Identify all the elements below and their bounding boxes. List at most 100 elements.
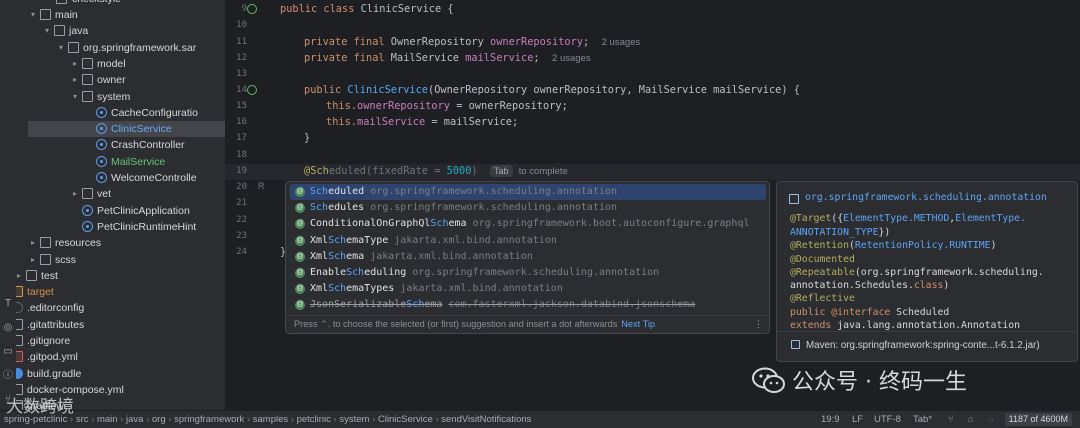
chevron-right-icon[interactable]: ▸ (70, 56, 80, 72)
annotation-icon: @ (295, 268, 305, 278)
line-number: 21 (236, 198, 247, 208)
tree-item[interactable]: ▸ owner (16, 72, 225, 88)
tree-item[interactable]: ▸ test (16, 268, 225, 284)
breadcrumb-item[interactable]: src (76, 414, 89, 425)
tree-item[interactable]: .gitattributes (16, 317, 225, 333)
class-icon (96, 106, 107, 118)
lock-icon[interactable]: ⌂ (968, 411, 974, 428)
completion-item[interactable]: @ ConditionalOnGraphQlSchema org.springfra… (290, 216, 766, 232)
tree-item[interactable]: .editorconfig (16, 300, 225, 316)
class-icon (82, 204, 93, 216)
file-icon (56, 0, 67, 4)
package-icon (68, 41, 79, 53)
tree-item-label: build.gradle (27, 367, 82, 380)
breadcrumb-item[interactable]: petclinic (297, 414, 331, 425)
chevron-down-icon[interactable]: ▾ (70, 89, 80, 105)
tree-item[interactable]: ▾ main (16, 7, 225, 23)
breadcrumb-item[interactable]: org (152, 414, 166, 425)
line-number: 22 (236, 215, 247, 225)
completion-item[interactable]: @ EnableScheduling org.springframework.sch… (290, 265, 766, 281)
completion-item[interactable]: @ Schedules org.springframework.scheduling… (290, 200, 766, 216)
problems-icon[interactable]: ⓘ (2, 370, 14, 382)
tree-item-label: PetClinicApplication (97, 204, 190, 217)
doc-package[interactable]: org.springframework.scheduling.annotatio… (805, 192, 1047, 203)
completion-item[interactable]: @ JsonSerializableSchema com.fasterxml.jac… (290, 297, 766, 313)
chevron-right-icon[interactable]: ▸ (28, 252, 38, 268)
tree-item[interactable]: ▸target (16, 284, 225, 300)
notifications-icon[interactable]: ◌ (988, 411, 994, 428)
code-line-19: @Scheduled(fixedRate = 5000) Tab to comp… (304, 165, 568, 177)
maven-library-link[interactable]: Maven: org.springframework:spring-conte.… (777, 331, 1077, 361)
line-separator[interactable]: LF (852, 411, 863, 428)
tree-item[interactable]: ▸ scss (16, 252, 225, 268)
line-number: 14 (236, 85, 247, 95)
breadcrumb-separator: › (88, 414, 97, 425)
breadcrumb-separator: › (244, 414, 253, 425)
chevron-down-icon[interactable]: ▾ (28, 7, 38, 23)
chevron-right-icon[interactable]: ▸ (28, 235, 38, 251)
completion-name: XmlSchemaType jakarta.xml.bind.annotation (310, 234, 557, 246)
more-options-icon[interactable]: ⋮ (754, 316, 763, 333)
completion-item[interactable]: @ XmlSchemaType jakarta.xml.bind.annotatio… (290, 233, 766, 249)
completion-item[interactable]: @ XmlSchema jakarta.xml.bind.annotation (290, 249, 766, 265)
line-number: 17 (236, 133, 247, 143)
completion-item[interactable]: @ XmlSchemaTypes jakarta.xml.bind.annotati… (290, 281, 766, 297)
tree-item[interactable]: CrashController (16, 137, 225, 153)
breadcrumb-item[interactable]: system (339, 414, 369, 425)
breadcrumb-item[interactable]: sendVisitNotifications (441, 414, 531, 425)
tree-item[interactable]: WelcomeControlle (16, 170, 225, 186)
services-icon[interactable]: ◎ (2, 322, 14, 334)
breadcrumb-item[interactable]: java (126, 414, 143, 425)
memory-indicator[interactable]: 1187 of 4600M (1004, 413, 1072, 426)
tree-row-partial[interactable]: checkstyle (16, 0, 225, 7)
usages-hint[interactable]: 2 usages (602, 37, 641, 48)
breadcrumb-separator: › (369, 414, 378, 425)
terminal-icon[interactable]: ▭ (2, 346, 14, 358)
tree-item[interactable]: ▾ system (16, 89, 225, 105)
bean-gutter-icon[interactable] (247, 85, 257, 95)
chevron-down-icon[interactable]: ▾ (42, 23, 52, 39)
tree-item[interactable]: ClinicService (28, 121, 225, 138)
bean-gutter-icon[interactable] (247, 4, 257, 14)
completion-item[interactable]: @ Scheduled org.springframework.scheduling… (290, 184, 766, 200)
tree-item[interactable]: .gitignore (16, 333, 225, 349)
tree-item-label: resources (55, 237, 102, 250)
tool-window-strip: T ◎ ▭ ⓘ ⑂ (0, 0, 16, 410)
tree-item[interactable]: CacheConfiguratio (16, 105, 225, 121)
chevron-right-icon[interactable]: ▸ (70, 72, 80, 88)
tree-item[interactable]: build.gradle (16, 366, 225, 382)
chevron-right-icon[interactable]: ▸ (16, 268, 24, 284)
tree-item[interactable]: .gitpod.yml (16, 349, 225, 365)
line-number: 23 (236, 231, 247, 241)
corner-watermark-text: 大数跨境 (6, 397, 74, 417)
tree-item[interactable]: ▸ model (16, 56, 225, 72)
breadcrumb-item[interactable]: samples (253, 414, 288, 425)
tree-item[interactable]: ▸ vet (16, 186, 225, 202)
next-tip-link[interactable]: Next Tip (621, 319, 655, 329)
tree-item[interactable]: ▾ java (16, 23, 225, 39)
doc-line: ANNOTATION_TYPE}) (790, 227, 891, 238)
file-icon (16, 335, 23, 346)
tree-item[interactable]: ▸ resources (16, 235, 225, 251)
tree-item[interactable]: PetClinicApplication (16, 203, 225, 219)
completion-name: ConditionalOnGraphQlSchema org.springfram… (310, 218, 750, 230)
indent-setting[interactable]: Tab* (913, 411, 932, 428)
file-encoding[interactable]: UTF-8 (874, 411, 901, 428)
tree-item[interactable]: ▾ org.springframework.sar (16, 40, 225, 56)
usages-hint[interactable]: 2 usages (552, 53, 591, 64)
caret-position[interactable]: 19:9 (821, 411, 840, 428)
annotation-icon: @ (295, 203, 305, 214)
breadcrumb-item[interactable]: springframework (174, 414, 244, 425)
breadcrumb-item[interactable]: main (97, 414, 118, 425)
tree-item-label: java (69, 25, 89, 38)
tree-item[interactable]: PetClinicRuntimeHint (16, 219, 225, 235)
tree-item[interactable]: MailService (16, 154, 225, 170)
chevron-down-icon[interactable]: ▾ (56, 40, 66, 56)
doc-line: @Repeatable(org.springframework.scheduli… (790, 267, 1044, 278)
structure-icon[interactable]: T (2, 298, 14, 310)
line-number: 15 (236, 101, 247, 111)
breadcrumb-item[interactable]: ClinicService (378, 414, 433, 425)
git-branch-icon[interactable]: ⑂ (948, 411, 954, 428)
annotation-icon: @ (295, 235, 305, 246)
chevron-right-icon[interactable]: ▸ (70, 186, 80, 202)
